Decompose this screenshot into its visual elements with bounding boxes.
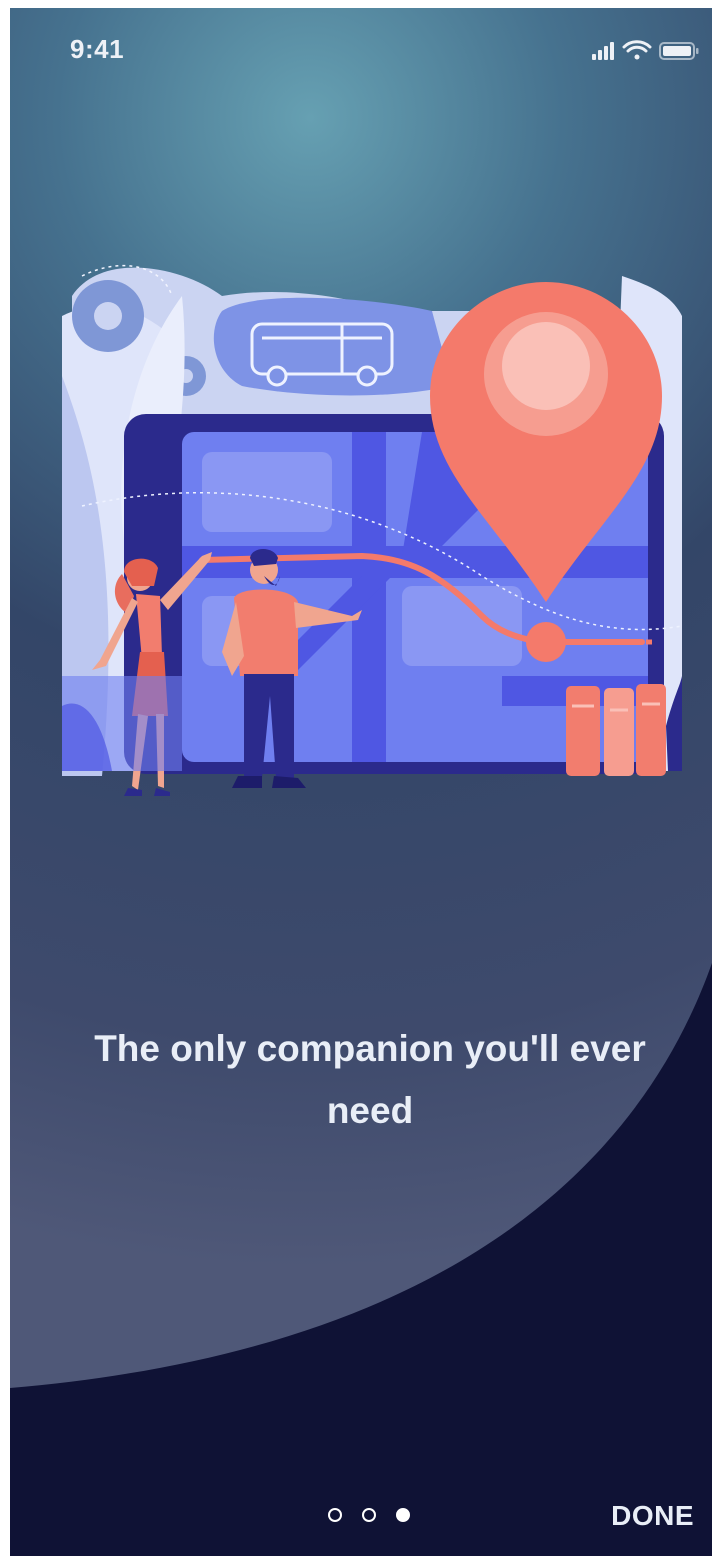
page-indicator xyxy=(328,1508,418,1528)
books-icon xyxy=(566,684,666,776)
done-button[interactable]: DONE xyxy=(604,1500,694,1534)
page-dot-2[interactable] xyxy=(362,1508,376,1522)
map-navigation-illustration xyxy=(62,264,682,796)
page-dot-1[interactable] xyxy=(328,1508,342,1522)
cellular-signal-icon xyxy=(592,42,614,60)
wifi-icon xyxy=(622,40,652,60)
page-dot-3-active[interactable] xyxy=(396,1508,410,1522)
status-icons xyxy=(592,40,699,60)
status-bar: 9:41 xyxy=(10,8,712,98)
onboarding-headline: The only companion you'll ever need xyxy=(94,1028,646,1131)
battery-icon xyxy=(659,42,699,60)
status-time: 9:41 xyxy=(70,34,125,64)
onboarding-screen: 9:41 The only companion you'll ever need… xyxy=(10,8,712,1556)
